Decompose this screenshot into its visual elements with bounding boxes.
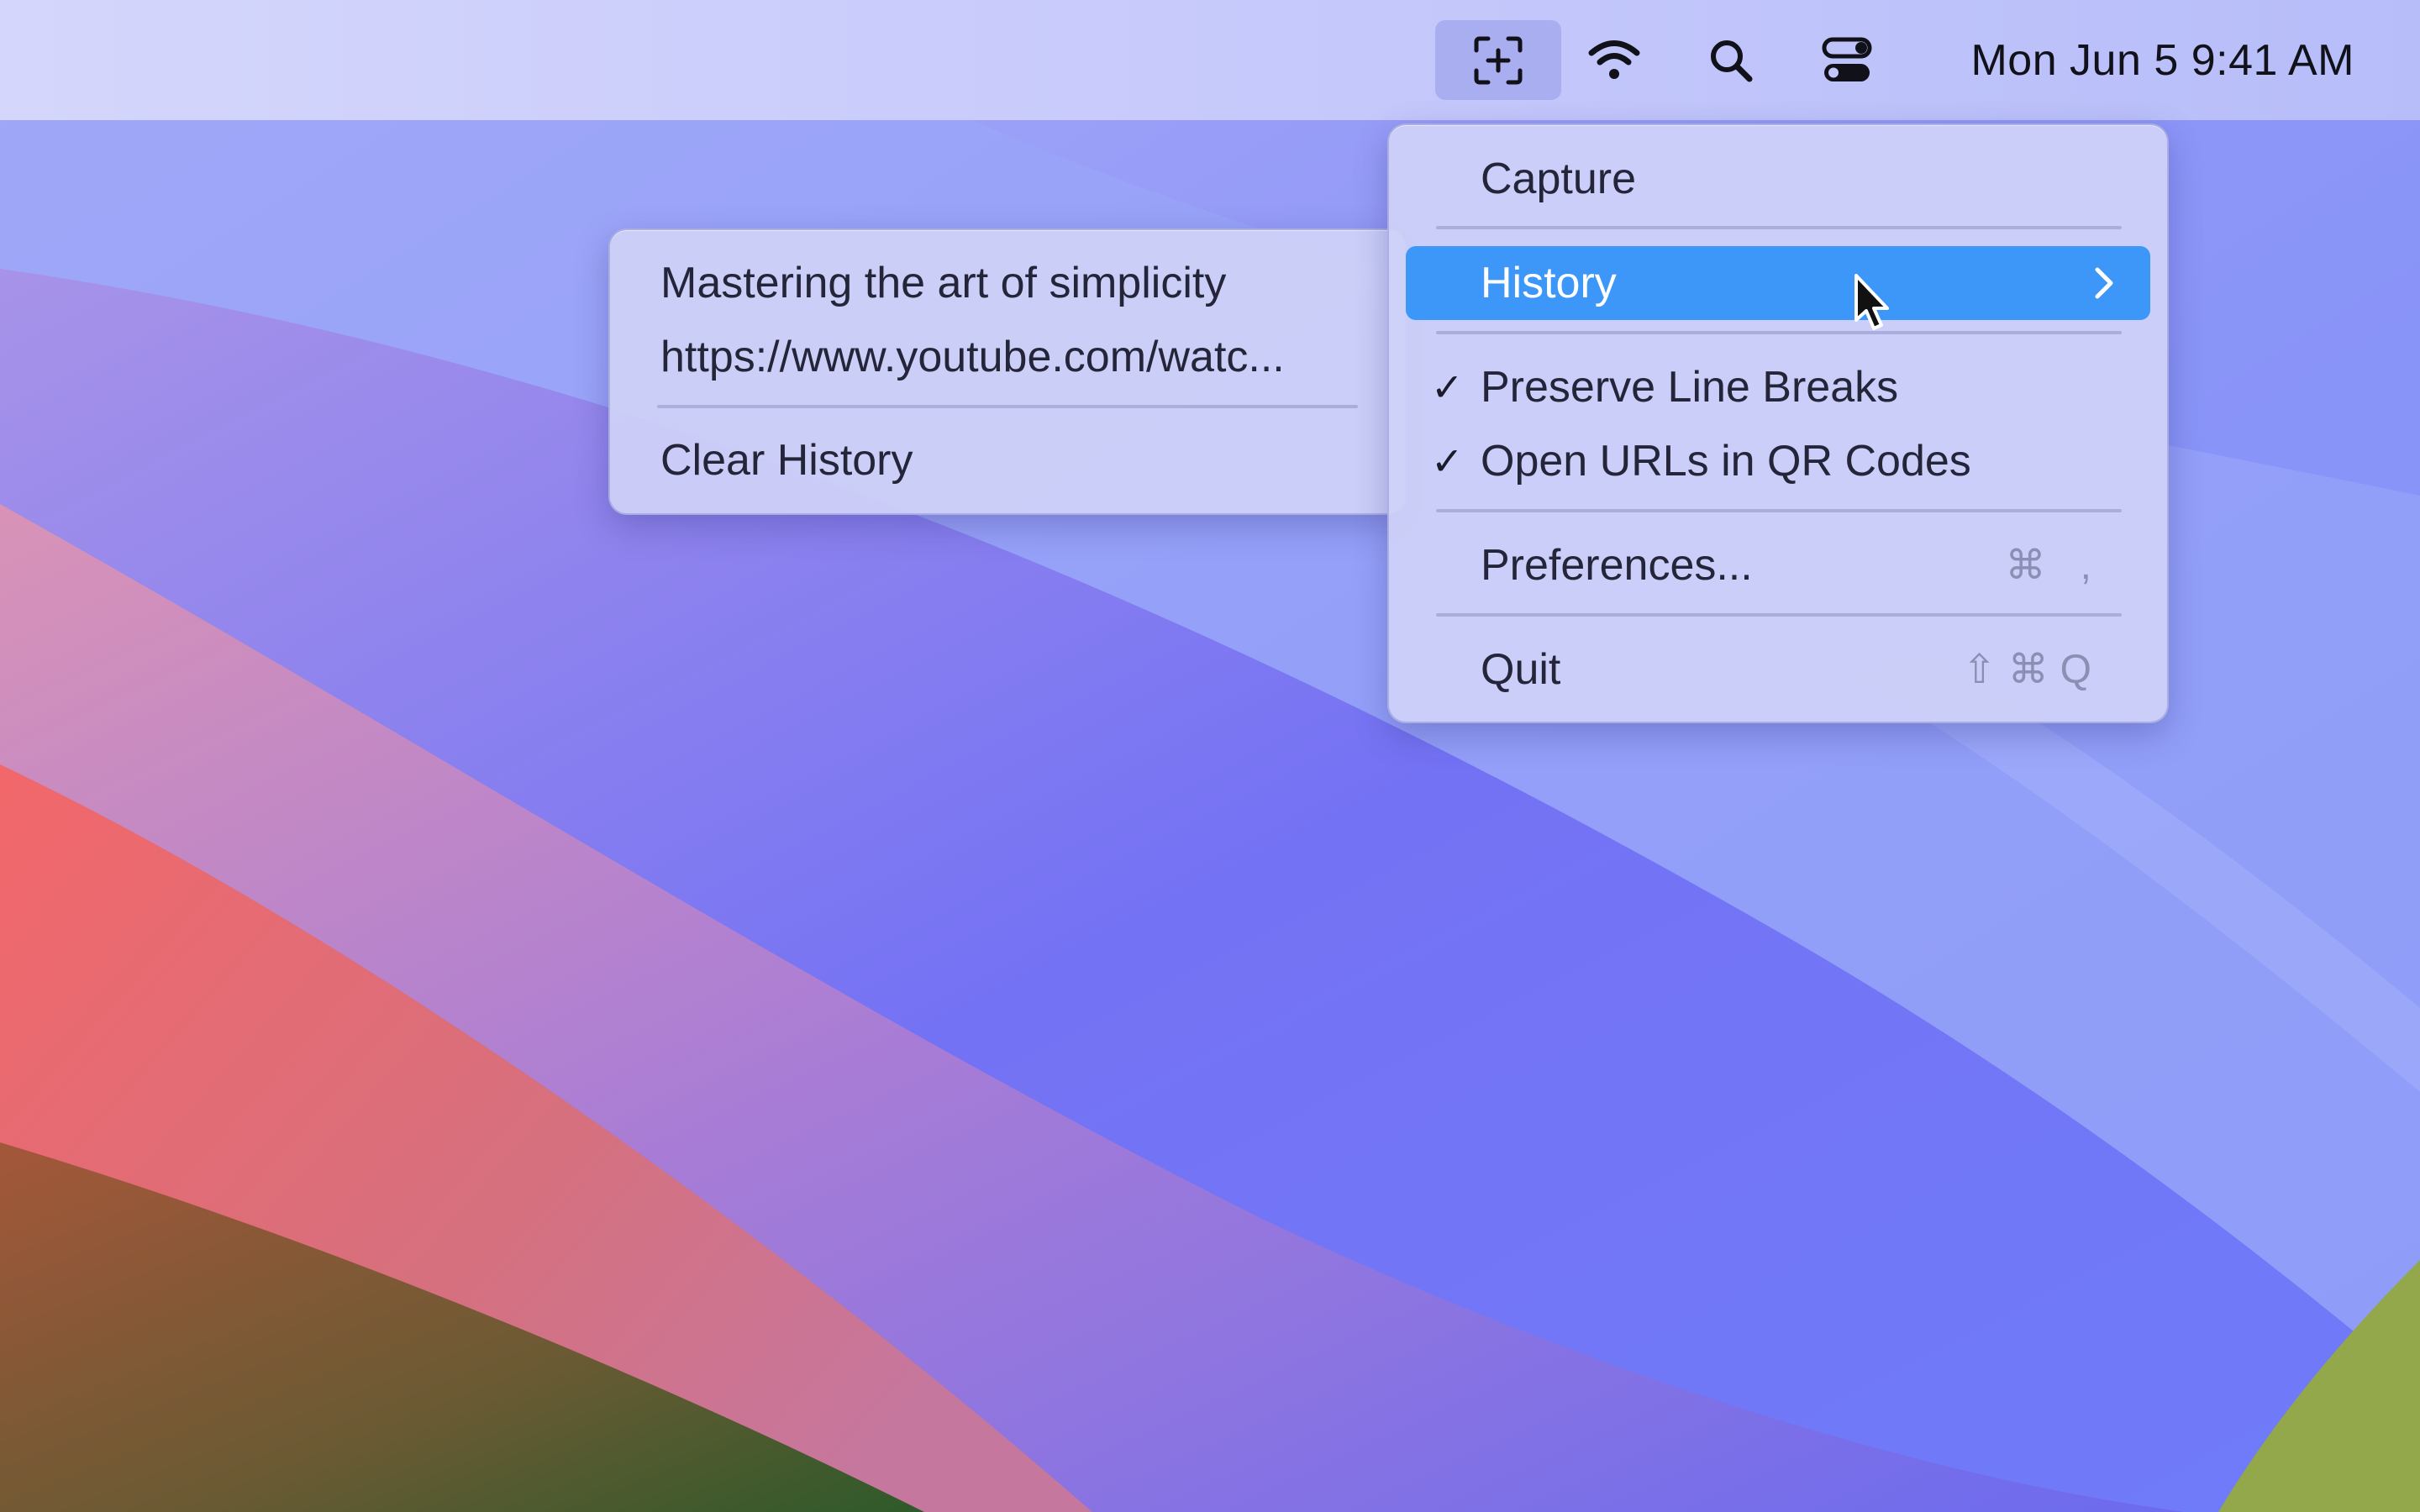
quit-label: Quit (1481, 645, 1561, 694)
quit-menu-item[interactable]: Quit ⇧⌘Q (1406, 633, 2150, 706)
history-item-label: Mastering the art of simplicity (660, 259, 1227, 307)
menu-bar: Mon Jun 5 9:41 AM (0, 0, 2420, 120)
clear-history-item[interactable]: Clear History (627, 423, 1388, 497)
open-urls-qr-item[interactable]: ✓ Open URLs in QR Codes (1406, 424, 2150, 498)
control-center-icon (1822, 37, 1871, 81)
mouse-cursor-icon (1854, 274, 1889, 330)
preserve-line-breaks-label: Preserve Line Breaks (1481, 363, 1899, 412)
wifi-icon (1588, 39, 1640, 79)
wifi-status-item[interactable] (1580, 0, 1649, 120)
preserve-line-breaks-item[interactable]: ✓ Preserve Line Breaks (1406, 350, 2150, 424)
checkmark-icon: ✓ (1431, 365, 1464, 409)
status-menu: Capture History ✓ Preserve Line Breaks ✓… (1387, 123, 2169, 723)
menu-separator (657, 405, 1358, 408)
text-capture-icon (1474, 36, 1523, 84)
menu-separator (1436, 613, 2122, 617)
search-icon (1711, 39, 1753, 81)
menu-separator (1436, 509, 2122, 512)
history-menu-item[interactable]: History (1406, 246, 2150, 320)
history-label: History (1481, 259, 1617, 307)
spotlight-status-item[interactable] (1697, 0, 1765, 120)
menu-bar-clock[interactable]: Mon Jun 5 9:41 AM (1970, 0, 2354, 120)
clear-history-label: Clear History (660, 436, 913, 485)
preferences-menu-item[interactable]: Preferences... ⌘ , (1406, 528, 2150, 602)
menu-separator (1436, 331, 2122, 334)
preferences-label: Preferences... (1481, 541, 1753, 590)
preferences-shortcut: ⌘ , (2005, 543, 2103, 588)
open-urls-qr-label: Open URLs in QR Codes (1481, 437, 1971, 486)
menu-separator (1436, 226, 2122, 229)
history-item-1[interactable]: Mastering the art of simplicity (627, 246, 1388, 320)
capture-label: Capture (1481, 155, 1636, 203)
checkmark-icon: ✓ (1431, 439, 1464, 483)
capture-menu-item[interactable]: Capture (1406, 142, 2150, 216)
history-item-2[interactable]: https://www.youtube.com/watc... (627, 320, 1388, 394)
chevron-right-icon (2095, 267, 2113, 299)
quit-shortcut: ⇧⌘Q (1962, 648, 2103, 692)
text-capture-status-item[interactable] (1435, 20, 1561, 100)
history-item-label: https://www.youtube.com/watc... (660, 333, 1285, 381)
control-center-status-item[interactable] (1811, 0, 1882, 120)
history-submenu: Mastering the art of simplicity https://… (608, 228, 1407, 515)
